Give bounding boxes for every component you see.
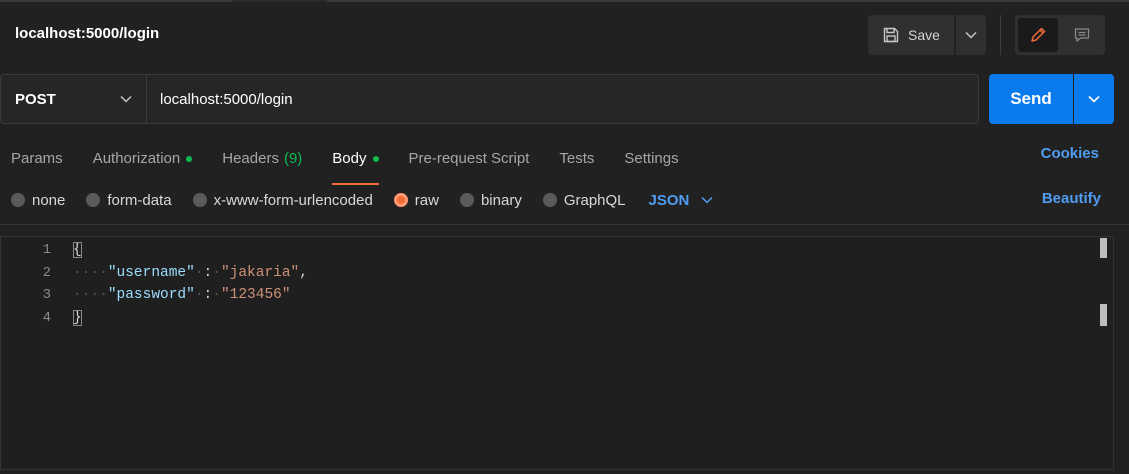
view-mode-toggle xyxy=(1015,15,1105,55)
line-number: 4 xyxy=(42,309,51,326)
close-brace: } xyxy=(73,309,82,326)
body-type-none[interactable]: none xyxy=(11,192,65,209)
send-button[interactable]: Send xyxy=(989,74,1073,124)
url-bar: POST xyxy=(0,74,979,124)
radio-button[interactable] xyxy=(11,193,25,207)
url-input[interactable] xyxy=(147,75,978,123)
line-number: 2 xyxy=(42,264,51,281)
radio-button[interactable] xyxy=(542,193,557,207)
body-editor[interactable]: 1 2 3 4 { ····"username"·:·"jakaria", ··… xyxy=(0,236,1114,470)
toolbar-divider xyxy=(1000,15,1001,55)
scrollbar-marker[interactable] xyxy=(1100,304,1107,326)
tab-body[interactable]: Body xyxy=(332,144,379,185)
code-line: { xyxy=(73,239,308,262)
tab-settings[interactable]: Settings xyxy=(624,144,678,174)
line-number: 1 xyxy=(42,242,51,258)
body-indicator-dot xyxy=(372,156,379,162)
save-options-button[interactable] xyxy=(956,15,986,55)
save-group: Save xyxy=(868,15,986,55)
tab-tests[interactable]: Tests xyxy=(559,144,594,174)
request-tabs: Params Authorization Headers (9) Body Pr… xyxy=(11,144,709,185)
headers-count: (9) xyxy=(283,150,303,167)
save-label: Save xyxy=(908,27,940,43)
chevron-down-icon xyxy=(1088,95,1100,103)
cookies-link[interactable]: Cookies xyxy=(1041,144,1099,164)
tab-params[interactable]: Params xyxy=(11,144,63,174)
code-content[interactable]: { ····"username"·:·"jakaria", ····"passw… xyxy=(73,239,308,329)
chevron-down-icon xyxy=(120,95,132,103)
body-type-urlencoded[interactable]: x-www-form-urlencoded xyxy=(192,192,373,209)
body-type-options: none form-data x-www-form-urlencoded raw… xyxy=(11,189,713,211)
radio-button[interactable] xyxy=(459,193,474,207)
comment-icon xyxy=(1074,28,1090,42)
chevron-down-icon xyxy=(965,31,977,39)
tab-authorization[interactable]: Authorization xyxy=(93,144,193,174)
json-key: "password" xyxy=(107,287,195,304)
comments-mode-button[interactable] xyxy=(1062,18,1102,52)
method-label: POST xyxy=(15,90,56,108)
chevron-down-icon xyxy=(701,196,713,204)
radio-button-checked[interactable] xyxy=(393,193,408,207)
json-key: "username" xyxy=(107,264,195,281)
send-options-button[interactable] xyxy=(1074,74,1114,124)
json-value: "123456" xyxy=(220,287,291,304)
code-line: ····"username"·:·"jakaria", xyxy=(73,264,308,281)
beautify-link[interactable]: Beautify xyxy=(1042,189,1101,209)
code-line: ····"password"·:·"123456" xyxy=(73,287,291,304)
body-type-form-data[interactable]: form-data xyxy=(86,192,172,209)
method-select[interactable]: POST xyxy=(1,75,147,123)
edit-mode-button[interactable] xyxy=(1018,18,1058,52)
radio-button[interactable] xyxy=(192,193,207,207)
language-select[interactable]: JSON xyxy=(649,192,714,209)
request-title[interactable]: localhost:5000/login xyxy=(15,25,159,42)
authorization-indicator-dot xyxy=(186,156,193,162)
send-group: Send xyxy=(989,74,1114,124)
section-divider xyxy=(0,224,1129,225)
body-type-raw[interactable]: raw xyxy=(393,192,439,209)
body-type-binary[interactable]: binary xyxy=(459,192,522,209)
radio-button[interactable] xyxy=(86,193,101,207)
json-value: "jakaria" xyxy=(220,264,300,281)
body-type-graphql[interactable]: GraphQL xyxy=(542,192,626,209)
request-header: localhost:5000/login Save xyxy=(0,2,1129,62)
scrollbar-thumb[interactable] xyxy=(1100,238,1107,258)
tab-pre-request-script[interactable]: Pre-request Script xyxy=(409,144,530,174)
save-button[interactable]: Save xyxy=(868,15,954,55)
open-brace: { xyxy=(73,242,82,258)
floppy-disk-icon xyxy=(883,27,899,43)
pencil-icon xyxy=(1031,27,1046,42)
code-line: } xyxy=(73,307,308,330)
line-number: 3 xyxy=(42,287,51,304)
tab-headers[interactable]: Headers (9) xyxy=(222,144,302,174)
editor-scroll-track xyxy=(1113,236,1114,470)
line-number-gutter: 1 2 3 4 xyxy=(1,239,51,329)
